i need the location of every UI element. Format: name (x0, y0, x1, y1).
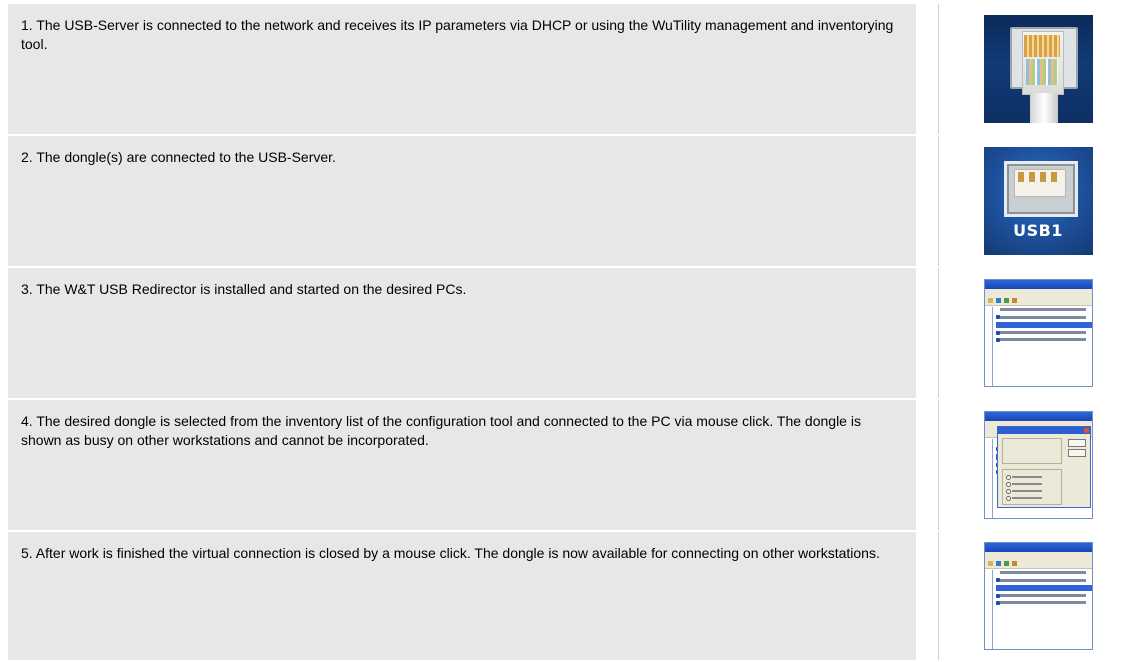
step-row-1: 1. The USB-Server is connected to the ne… (8, 4, 1137, 134)
connect-dialog (996, 426, 1091, 508)
step-4-text: 4. The desired dongle is selected from t… (8, 400, 916, 530)
close-icon (1083, 428, 1089, 433)
usb-redirector-screenshot (983, 279, 1093, 387)
connect-dialog-screenshot (983, 411, 1093, 519)
step-2-text: 2. The dongle(s) are connected to the US… (8, 136, 916, 266)
steps-list: 1. The USB-Server is connected to the ne… (8, 4, 1137, 662)
ethernet-plug-photo (983, 15, 1093, 123)
usb-port-label: USB1 (1013, 221, 1063, 240)
step-1-text: 1. The USB-Server is connected to the ne… (8, 4, 916, 134)
step-row-3: 3. The W&T USB Redirector is installed a… (8, 268, 1137, 398)
step-row-4: 4. The desired dongle is selected from t… (8, 400, 1137, 530)
usb-redirector-screenshot (983, 542, 1093, 650)
step-3-text: 3. The W&T USB Redirector is installed a… (8, 268, 916, 398)
step-row-2: 2. The dongle(s) are connected to the US… (8, 136, 1137, 266)
step-5-text: 5. After work is finished the virtual co… (8, 532, 916, 660)
step-row-5: 5. After work is finished the virtual co… (8, 532, 1137, 660)
usb-port-photo: USB1 (983, 147, 1093, 255)
